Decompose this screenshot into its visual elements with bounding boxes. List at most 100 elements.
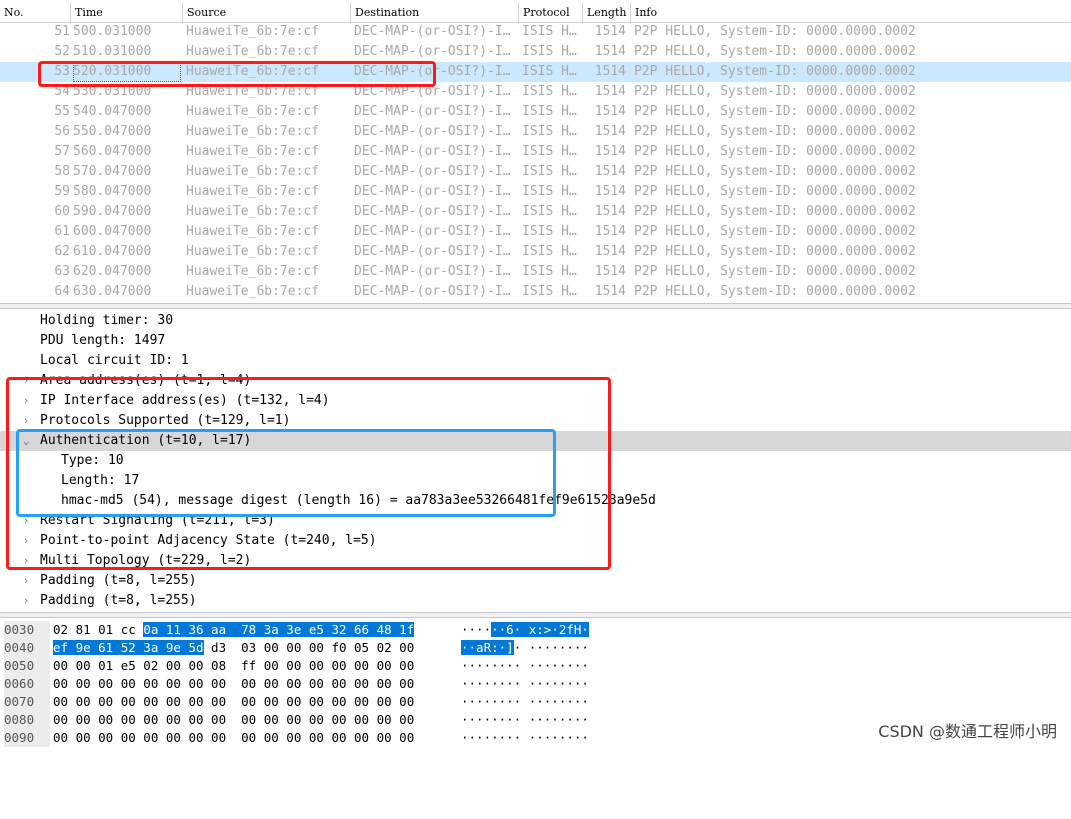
packet-info: P2P HELLO, System-ID: 0000.0000.0002 bbox=[634, 224, 916, 239]
packet-length: 1514 bbox=[594, 204, 626, 219]
column-header-no[interactable]: No. bbox=[0, 3, 70, 22]
hex-row[interactable]: 0050 00 00 01 e5 02 00 00 08 ff 00 00 00… bbox=[0, 657, 1071, 675]
packet-no: 52 bbox=[54, 44, 70, 59]
hex-row[interactable]: 0040 ef 9e 61 52 3a 9e 5d d3 03 00 00 00… bbox=[0, 639, 1071, 657]
hex-bytes-plain: 02 81 01 cc bbox=[53, 622, 144, 637]
hex-ascii: ········ ········ bbox=[461, 658, 589, 673]
packet-no: 56 bbox=[54, 124, 70, 139]
hex-row[interactable]: 0030 02 81 01 cc 0a 11 36 aa 78 3a 3e e5… bbox=[0, 621, 1071, 639]
column-header-destination[interactable]: Destination bbox=[350, 3, 518, 22]
packet-time: 510.031000 bbox=[73, 44, 152, 59]
tree-item-pdu-length[interactable]: PDU length: 1497 bbox=[0, 331, 1071, 351]
packet-list-pane[interactable]: No. Time Source Destination Protocol Len… bbox=[0, 0, 1071, 302]
packet-length: 1514 bbox=[594, 84, 626, 99]
packet-destination: DEC-MAP-(or-OSI?)-I… bbox=[354, 164, 511, 179]
packet-info: P2P HELLO, System-ID: 0000.0000.0002 bbox=[634, 284, 916, 299]
packet-time: 540.047000 bbox=[73, 104, 152, 119]
packet-destination: DEC-MAP-(or-OSI?)-I… bbox=[354, 144, 511, 159]
hex-ascii: ··aR:·]· ········ bbox=[461, 639, 589, 657]
packet-protocol: ISIS H… bbox=[522, 284, 577, 299]
packet-row[interactable]: 56 550.047000 HuaweiTe_6b:7e:cf DEC-MAP-… bbox=[0, 122, 1071, 142]
pane-splitter[interactable] bbox=[0, 303, 1071, 309]
packet-row[interactable]: 52 510.031000 HuaweiTe_6b:7e:cf DEC-MAP-… bbox=[0, 42, 1071, 62]
packet-row[interactable]: 59 580.047000 HuaweiTe_6b:7e:cf DEC-MAP-… bbox=[0, 182, 1071, 202]
packet-destination: DEC-MAP-(or-OSI?)-I… bbox=[354, 284, 511, 299]
hex-ascii: ········ ········ bbox=[461, 676, 589, 691]
packet-row[interactable]: 58 570.047000 HuaweiTe_6b:7e:cf DEC-MAP-… bbox=[0, 162, 1071, 182]
hex-bytes: 00 00 00 00 00 00 00 00 00 00 00 00 00 0… bbox=[53, 730, 415, 745]
tree-item-label: Holding timer: 30 bbox=[40, 313, 174, 328]
packet-source: HuaweiTe_6b:7e:cf bbox=[186, 124, 320, 139]
packet-time: 610.047000 bbox=[73, 244, 152, 259]
hex-bytes-plain: d3 03 00 00 00 f0 05 02 00 bbox=[203, 640, 415, 655]
packet-protocol: ISIS H… bbox=[522, 44, 577, 59]
hex-bytes: 00 00 00 00 00 00 00 00 00 00 00 00 00 0… bbox=[53, 676, 415, 691]
hex-ascii: ········ ········ bbox=[461, 694, 589, 709]
ascii-plain: · ········ bbox=[513, 640, 589, 655]
packet-list-header: No. Time Source Destination Protocol Len… bbox=[0, 3, 1071, 23]
tree-item-padding[interactable]: › Padding (t=8, l=255) bbox=[0, 571, 1071, 591]
column-header-info[interactable]: Info bbox=[630, 3, 1071, 22]
tree-item-label: Padding (t=8, l=255) bbox=[40, 593, 197, 608]
column-header-protocol[interactable]: Protocol bbox=[518, 3, 582, 22]
packet-length: 1514 bbox=[594, 264, 626, 279]
packet-row[interactable]: 60 590.047000 HuaweiTe_6b:7e:cf DEC-MAP-… bbox=[0, 202, 1071, 222]
column-header-length[interactable]: Length bbox=[582, 3, 630, 22]
packet-length: 1514 bbox=[594, 164, 626, 179]
packet-info: P2P HELLO, System-ID: 0000.0000.0002 bbox=[634, 244, 916, 259]
packet-info: P2P HELLO, System-ID: 0000.0000.0002 bbox=[634, 124, 916, 139]
packet-no: 55 bbox=[54, 104, 70, 119]
packet-length: 1514 bbox=[594, 44, 626, 59]
tree-item-padding[interactable]: › Padding (t=8, l=255) bbox=[0, 591, 1071, 611]
packet-no: 64 bbox=[54, 284, 70, 299]
packet-source: HuaweiTe_6b:7e:cf bbox=[186, 144, 320, 159]
hex-row[interactable]: 0070 00 00 00 00 00 00 00 00 00 00 00 00… bbox=[0, 693, 1071, 711]
hex-bytes: 00 00 00 00 00 00 00 00 00 00 00 00 00 0… bbox=[53, 712, 415, 727]
packet-row[interactable]: 51 500.031000 HuaweiTe_6b:7e:cf DEC-MAP-… bbox=[0, 22, 1071, 42]
packet-destination: DEC-MAP-(or-OSI?)-I… bbox=[354, 264, 511, 279]
packet-row[interactable]: 63 620.047000 HuaweiTe_6b:7e:cf DEC-MAP-… bbox=[0, 262, 1071, 282]
hex-offset: 0050 bbox=[4, 657, 50, 675]
hex-row[interactable]: 0060 00 00 00 00 00 00 00 00 00 00 00 00… bbox=[0, 675, 1071, 693]
tree-item-holding-timer[interactable]: Holding timer: 30 bbox=[0, 311, 1071, 331]
packet-row[interactable]: 61 600.047000 HuaweiTe_6b:7e:cf DEC-MAP-… bbox=[0, 222, 1071, 242]
packet-protocol: ISIS H… bbox=[522, 84, 577, 99]
tree-item-local-circuit[interactable]: Local circuit ID: 1 bbox=[0, 351, 1071, 371]
packet-length: 1514 bbox=[594, 104, 626, 119]
packet-time: 500.031000 bbox=[73, 24, 152, 39]
chevron-right-icon[interactable]: › bbox=[21, 571, 31, 591]
ascii-selected: ··aR:·] bbox=[461, 640, 514, 655]
packet-destination: DEC-MAP-(or-OSI?)-I… bbox=[354, 44, 511, 59]
packet-info: P2P HELLO, System-ID: 0000.0000.0002 bbox=[634, 104, 916, 119]
column-header-source[interactable]: Source bbox=[182, 3, 350, 22]
packet-row[interactable]: 55 540.047000 HuaweiTe_6b:7e:cf DEC-MAP-… bbox=[0, 102, 1071, 122]
hex-offset: 0030 bbox=[4, 621, 50, 639]
packet-protocol: ISIS H… bbox=[522, 164, 577, 179]
packet-time: 560.047000 bbox=[73, 144, 152, 159]
hex-ascii: ········ ········ bbox=[461, 712, 589, 727]
packet-destination: DEC-MAP-(or-OSI?)-I… bbox=[354, 104, 511, 119]
packet-protocol: ISIS H… bbox=[522, 224, 577, 239]
packet-info: P2P HELLO, System-ID: 0000.0000.0002 bbox=[634, 264, 916, 279]
packet-length: 1514 bbox=[594, 124, 626, 139]
packet-protocol: ISIS H… bbox=[522, 24, 577, 39]
watermark: CSDN @数通工程师小明 bbox=[878, 722, 1057, 741]
chevron-right-icon[interactable]: › bbox=[21, 591, 31, 611]
packet-length: 1514 bbox=[594, 64, 626, 79]
packet-row[interactable]: 62 610.047000 HuaweiTe_6b:7e:cf DEC-MAP-… bbox=[0, 242, 1071, 262]
packet-row[interactable]: 57 560.047000 HuaweiTe_6b:7e:cf DEC-MAP-… bbox=[0, 142, 1071, 162]
hex-offset: 0060 bbox=[4, 675, 50, 693]
column-header-time[interactable]: Time bbox=[70, 3, 182, 22]
packet-info: P2P HELLO, System-ID: 0000.0000.0002 bbox=[634, 144, 916, 159]
hex-ascii: ······6· x:>·2fH· bbox=[461, 621, 589, 639]
packet-row[interactable]: 64 630.047000 HuaweiTe_6b:7e:cf DEC-MAP-… bbox=[0, 282, 1071, 302]
packet-no: 57 bbox=[54, 144, 70, 159]
annotation-box-red-packet bbox=[38, 61, 436, 87]
packet-no: 63 bbox=[54, 264, 70, 279]
pane-splitter[interactable] bbox=[0, 612, 1071, 618]
packet-protocol: ISIS H… bbox=[522, 64, 577, 79]
hex-ascii: ········ ········ bbox=[461, 730, 589, 745]
packet-source: HuaweiTe_6b:7e:cf bbox=[186, 104, 320, 119]
packet-source: HuaweiTe_6b:7e:cf bbox=[186, 24, 320, 39]
hex-bytes-selected: 0a 11 36 aa 78 3a 3e e5 32 66 48 1f bbox=[143, 622, 415, 637]
